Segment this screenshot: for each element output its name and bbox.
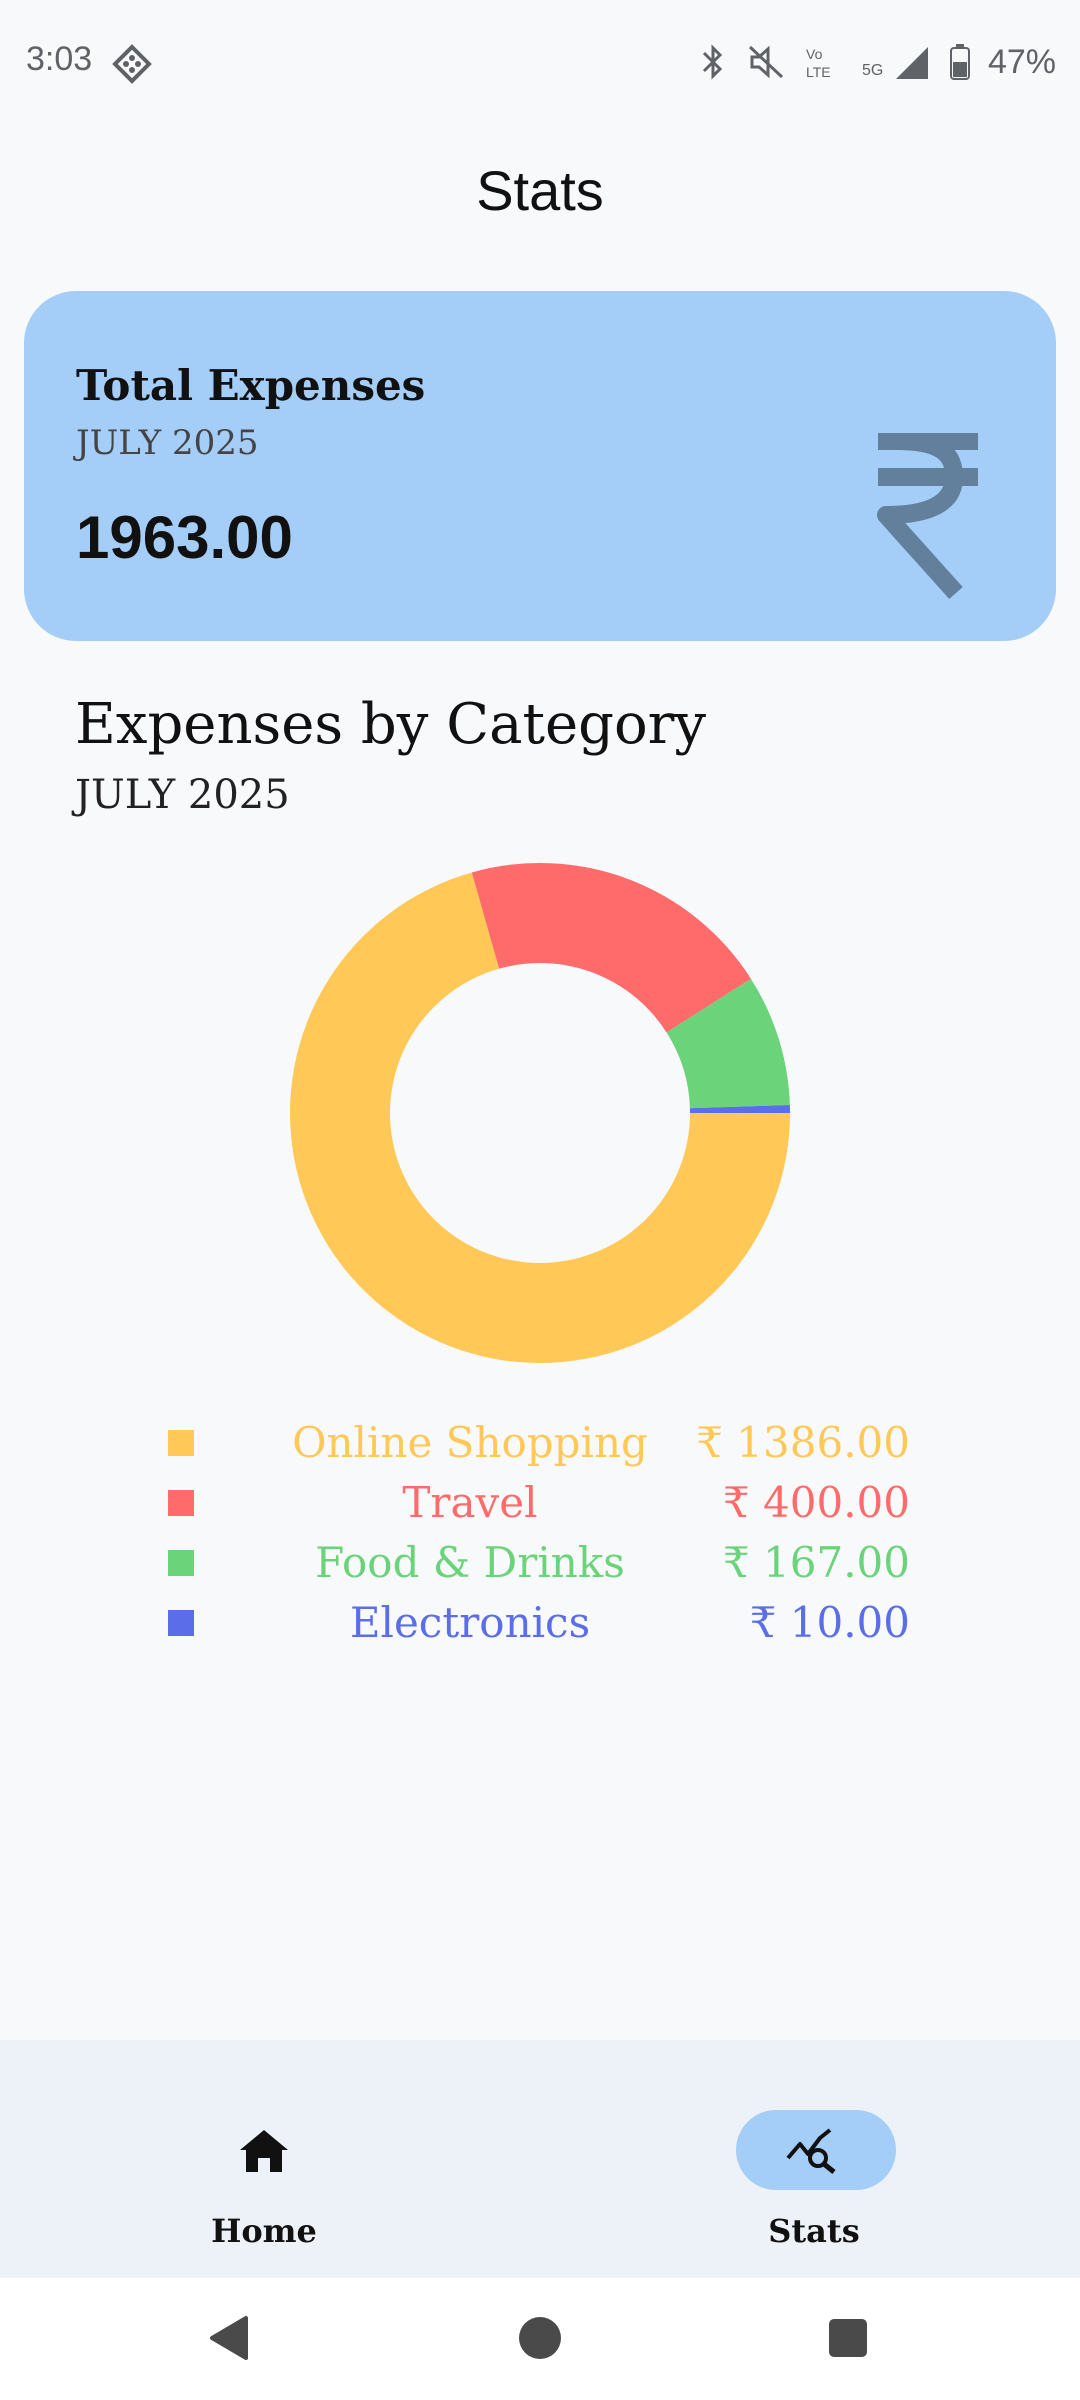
status-time: 3:03 [26, 40, 93, 78]
legend-swatch [168, 1610, 194, 1636]
svg-text:Vo: Vo [806, 46, 823, 62]
donut-slice-travel [471, 862, 751, 1033]
home-icon [240, 2130, 288, 2172]
battery-icon [949, 44, 970, 80]
app-notification-icon [112, 44, 152, 84]
nav-label-home: Home [211, 2212, 317, 2250]
legend-swatch [168, 1430, 194, 1456]
svg-text:LTE: LTE [806, 64, 831, 80]
bluetooth-icon [702, 44, 723, 80]
legend-value: ₹ 1386.00 [696, 1418, 910, 1467]
card-title: Total Expenses [76, 361, 426, 410]
legend-value: ₹ 10.00 [749, 1598, 910, 1647]
status-bar: 3:03 Vo LTE 5G 47% [0, 0, 1080, 120]
system-navigation [0, 2278, 1080, 2400]
donut-slice-online-shopping [290, 872, 790, 1363]
card-month: JULY 2025 [76, 423, 259, 463]
recents-icon[interactable] [818, 2308, 878, 2368]
section-title: Expenses by Category [75, 692, 707, 757]
total-amount: 1963.00 [76, 504, 293, 571]
legend-swatch [168, 1550, 194, 1576]
bottom-navigation: Home Stats [0, 2040, 1080, 2278]
rupee-icon [877, 433, 978, 600]
legend-swatch [168, 1490, 194, 1516]
volte-icon: Vo LTE [806, 46, 831, 80]
section-month: JULY 2025 [75, 772, 290, 818]
nav-home[interactable]: Home [164, 2110, 364, 2260]
stats-search-icon [786, 2128, 836, 2174]
legend-name: Online Shopping [292, 1418, 648, 1467]
legend-value: ₹ 400.00 [722, 1478, 910, 1527]
legend-item: Online Shopping ₹ 1386.00 [0, 1418, 1080, 1478]
legend-name: Food & Drinks [315, 1538, 625, 1587]
legend-name: Electronics [349, 1598, 591, 1647]
legend-value: ₹ 167.00 [722, 1538, 910, 1587]
nav-stats[interactable]: Stats [714, 2110, 914, 2260]
total-expenses-card: Total Expenses JULY 2025 1963.00 [24, 291, 1056, 641]
legend-item: Travel ₹ 400.00 [0, 1478, 1080, 1538]
page-title: Stats [476, 159, 604, 222]
legend-item: Food & Drinks ₹ 167.00 [0, 1538, 1080, 1598]
back-icon[interactable] [200, 2308, 260, 2368]
legend-item: Electronics ₹ 10.00 [0, 1598, 1080, 1658]
donut-slice-food-drinks [666, 978, 790, 1109]
svg-text:5G: 5G [862, 62, 883, 79]
signal-icon: 5G [862, 47, 928, 79]
nav-label-stats: Stats [768, 2212, 860, 2250]
home-circle-icon[interactable] [510, 2308, 570, 2368]
status-icons: Vo LTE 5G 47% [698, 40, 1056, 84]
donut-slice-electronics [689, 1104, 790, 1113]
mute-icon [748, 45, 783, 79]
legend-name: Travel [402, 1478, 538, 1527]
battery-percent: 47% [987, 42, 1056, 81]
